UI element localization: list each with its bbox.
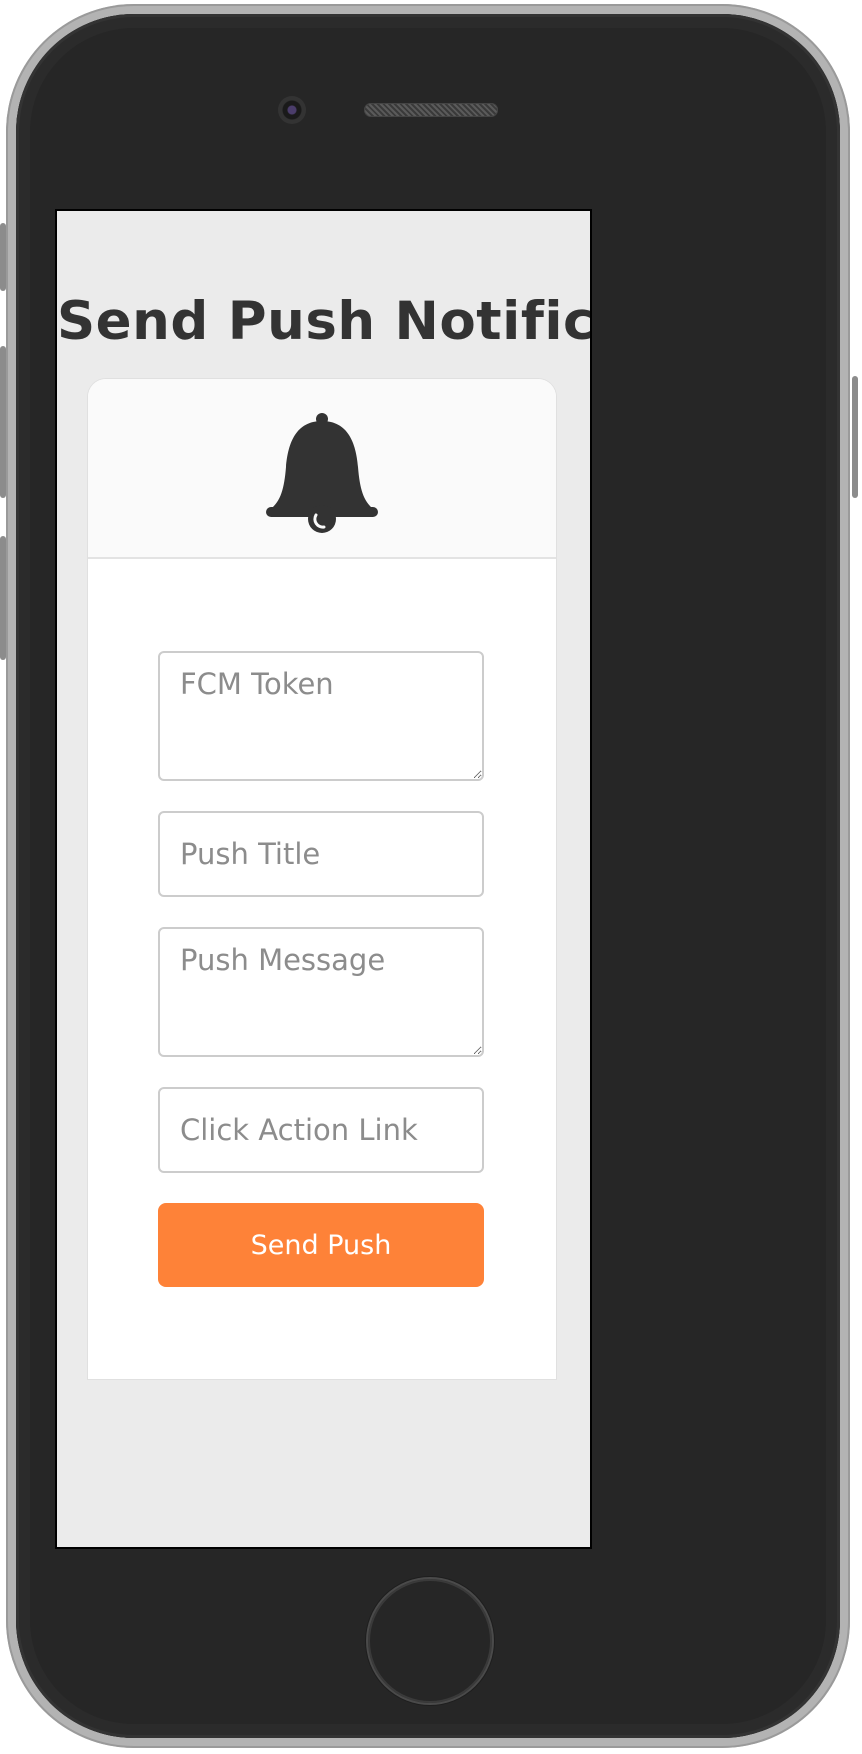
home-button[interactable] (366, 1577, 494, 1705)
notification-card: Send Push (88, 379, 556, 1379)
fcm-token-field[interactable] (158, 651, 484, 781)
click-action-link-field[interactable] (158, 1087, 484, 1173)
phone-screen: Send Push Notification Send Push (55, 209, 592, 1549)
volume-down-button (0, 536, 6, 660)
push-form: Send Push (158, 651, 484, 1287)
card-header (88, 379, 556, 559)
push-title-field[interactable] (158, 811, 484, 897)
push-message-field[interactable] (158, 927, 484, 1057)
volume-up-button (0, 346, 6, 498)
mute-switch (0, 223, 6, 291)
bell-icon (266, 413, 378, 533)
page-title: Send Push Notification (57, 291, 592, 352)
send-push-button[interactable]: Send Push (158, 1203, 484, 1287)
power-button (852, 376, 858, 498)
front-camera (278, 96, 306, 124)
earpiece-speaker (364, 103, 498, 117)
